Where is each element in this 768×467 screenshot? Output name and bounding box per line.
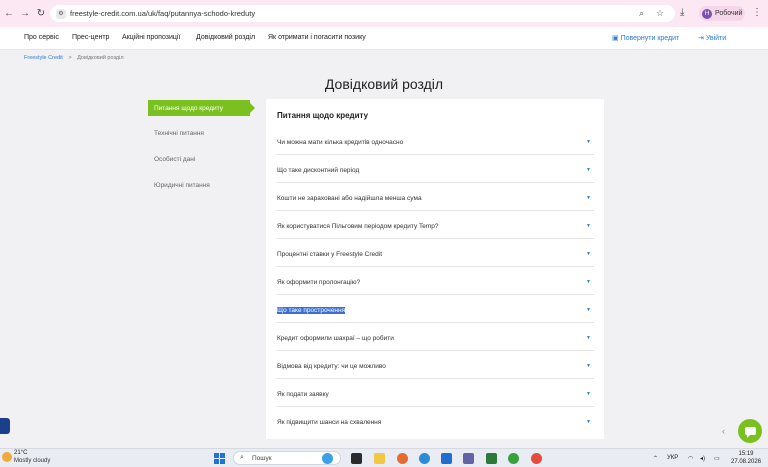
app-icon[interactable] (397, 453, 408, 464)
battery-icon[interactable]: ▭ (714, 455, 720, 462)
faq-item[interactable]: Кредит оформили шахраї – що робити ▼ (277, 323, 594, 351)
windows-start-icon[interactable] (214, 453, 225, 464)
wallet-icon: ▣ (612, 35, 621, 42)
chevron-down-icon: ▼ (586, 363, 591, 369)
url-text: freestyle-credit.com.ua/uk/faq/putannya-… (70, 9, 256, 18)
profile-button[interactable]: Н Робочий (699, 6, 745, 21)
faq-item[interactable]: Як оформити пролонгацію? ▼ (277, 267, 594, 295)
sidebar-item-legal[interactable]: Юридичні питання (154, 182, 210, 189)
chevron-down-icon: ▼ (586, 307, 591, 313)
weather-icon[interactable] (2, 452, 12, 462)
breadcrumb-separator: > (68, 55, 72, 61)
download-icon[interactable]: ⤓ (680, 7, 684, 18)
nav-help[interactable]: Довідковий розділ (196, 34, 255, 41)
clock-time: 15:19 (738, 451, 754, 457)
chevron-down-icon: ▼ (586, 279, 591, 285)
faq-question: Кошти не зараховані або надійшла менша с… (277, 195, 422, 202)
profile-name: Робочий (715, 10, 743, 17)
faq-item[interactable]: Що таке дисконтний період ▼ (277, 155, 594, 183)
faq-question: Як підвищити шанси на схвалення (277, 419, 382, 426)
wifi-icon[interactable]: ◠ (688, 455, 693, 462)
edge-icon[interactable] (419, 453, 430, 464)
sidebar-item-personal[interactable]: Особисті дані (154, 156, 195, 163)
faq-question: Як оформити пролонгацію? (277, 279, 361, 286)
faq-item[interactable]: Кошти не зараховані або надійшла менша с… (277, 183, 594, 211)
chevron-down-icon: ▼ (586, 195, 591, 201)
app-icon[interactable] (441, 453, 452, 464)
breadcrumb-home[interactable]: Freestyle Credit (24, 55, 63, 61)
forward-icon[interactable]: → (18, 7, 32, 21)
nav-press[interactable]: Прес-центр (72, 34, 109, 41)
shield-badge-icon[interactable] (0, 418, 10, 434)
file-explorer-icon[interactable] (374, 453, 385, 464)
sidebar-item-technical[interactable]: Технічні питання (154, 130, 204, 137)
taskbar-search-placeholder: Пошук (252, 455, 272, 462)
chevron-down-icon: ▼ (586, 391, 591, 397)
language-indicator[interactable]: УКР (667, 455, 678, 461)
chevron-down-icon: ▼ (586, 251, 591, 257)
breadcrumb-current: Довідковий розділ (77, 55, 124, 61)
zoom-icon[interactable]: ⌕ (639, 8, 644, 19)
page-title: Довідковий розділ (324, 76, 444, 92)
faq-item[interactable]: Чи можна мати кілька кредитів одночасно ▼ (277, 127, 594, 155)
volume-icon[interactable]: ◂) (700, 455, 705, 462)
chevron-down-icon: ▼ (586, 139, 591, 145)
chevron-up-icon[interactable]: ⌃ (653, 455, 658, 462)
nav-promotions[interactable]: Акційні пропозиції (122, 34, 180, 41)
weather-description: Mostly cloudy (14, 458, 51, 464)
sidebar-item-credit[interactable]: Питання щодо кредиту (148, 100, 255, 116)
faq-question: Чи можна мати кілька кредитів одночасно (277, 139, 404, 146)
chevron-down-icon: ▼ (586, 167, 591, 173)
clock[interactable]: 15:19 27.08.2026 (731, 450, 761, 466)
faq-question: Як користуватися Пільговим періодом кред… (277, 223, 439, 230)
bookmark-star-icon[interactable]: ☆ (656, 8, 664, 19)
avatar: Н (702, 8, 712, 19)
faq-item[interactable]: Що таке прострочення ▼ (277, 295, 594, 323)
chevron-down-icon: ▼ (586, 335, 591, 341)
faq-question: Що таке дисконтний період (277, 167, 360, 174)
copilot-icon[interactable] (322, 453, 333, 464)
search-icon: ⌕ (240, 454, 244, 461)
chevron-down-icon: ▼ (586, 419, 591, 425)
faq-item[interactable]: Як подати заявку ▼ (277, 379, 594, 407)
faq-panel: Питання щодо кредиту Чи можна мати кільк… (266, 99, 604, 439)
chrome-icon[interactable] (531, 453, 542, 464)
breadcrumb: Freestyle Credit > Довідковий розділ (24, 55, 124, 61)
chevron-down-icon: ▼ (586, 223, 591, 229)
weather-temperature: 21°C (14, 450, 28, 456)
app-icon[interactable] (508, 453, 519, 464)
nav-how-to-get[interactable]: Як отримати і погасити позику (268, 34, 366, 41)
login-link[interactable]: ⇥ Увійти (698, 34, 726, 42)
faq-question: Відмова від кредиту: чи це можливо (277, 363, 386, 370)
faq-item[interactable]: Процентні ставки у Freestyle Credit ▼ (277, 239, 594, 267)
faq-question: Процентні ставки у Freestyle Credit (277, 251, 383, 258)
faq-heading: Питання щодо кредиту (277, 111, 369, 120)
faq-question-selected: Що таке прострочення (277, 307, 346, 314)
login-label: Увійти (705, 35, 727, 42)
faq-question: Як подати заявку (277, 391, 329, 398)
back-icon[interactable]: ← (2, 7, 16, 21)
faq-item[interactable]: Відмова від кредиту: чи це можливо ▼ (277, 351, 594, 379)
nav-about[interactable]: Про сервіс (24, 34, 59, 41)
app-icon[interactable] (486, 453, 497, 464)
chevron-left-icon[interactable]: ‹ (722, 426, 725, 436)
login-icon: ⇥ (698, 35, 706, 42)
faq-item[interactable]: Як користуватися Пільговим періодом кред… (277, 211, 594, 239)
faq-question: Кредит оформили шахраї – що робити (277, 335, 394, 342)
chat-button[interactable] (738, 419, 762, 443)
return-credit-label: Повернути кредит (620, 35, 680, 42)
reload-icon[interactable]: ↻ (34, 7, 48, 21)
teams-icon[interactable] (463, 453, 474, 464)
browser-toolbar: ← → ↻ ⚙ freestyle-credit.com.ua/uk/faq/p… (0, 0, 768, 27)
task-view-icon[interactable] (351, 453, 362, 464)
site-header: Про сервіс Прес-центр Акційні пропозиції… (0, 27, 768, 50)
faq-item[interactable]: Як підвищити шанси на схвалення ▼ (277, 407, 594, 435)
clock-date: 27.08.2026 (731, 459, 762, 465)
taskbar: 21°C Mostly cloudy ⌕ Пошук ⌃ УКР ◠ ◂) ▭ … (0, 448, 768, 467)
site-info-icon[interactable]: ⚙ (56, 8, 66, 19)
chat-bubble-icon (744, 427, 756, 438)
browser-menu-icon[interactable]: ⋮ (752, 7, 762, 18)
return-credit-link[interactable]: ▣ Повернути кредит (612, 34, 679, 42)
address-bar[interactable]: ⚙ freestyle-credit.com.ua/uk/faq/putanny… (50, 5, 675, 22)
